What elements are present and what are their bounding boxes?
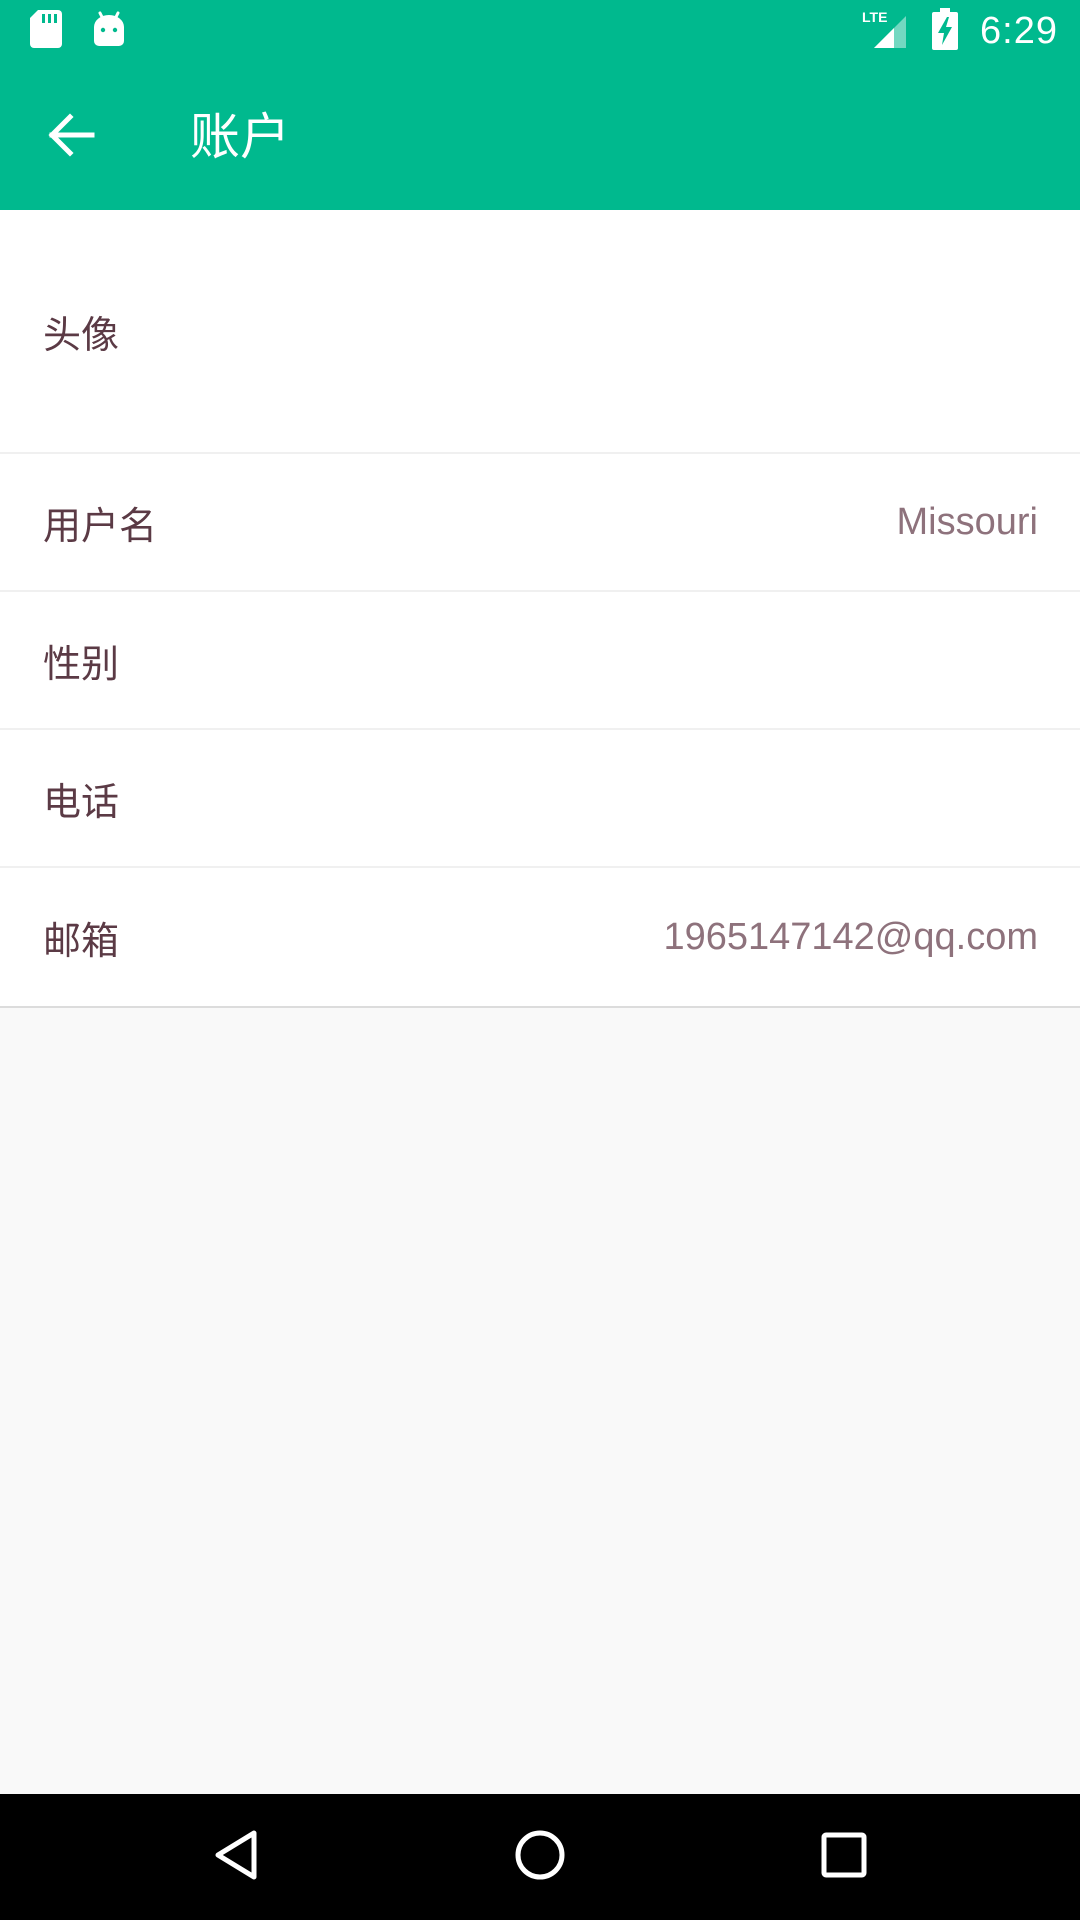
username-row[interactable]: 用户名 Missouri (0, 454, 1080, 592)
back-button[interactable] (36, 101, 108, 173)
app-toolbar: 账户 (0, 63, 1080, 210)
email-value: 1965147142@qq.com (663, 915, 1038, 958)
username-value: Missouri (896, 500, 1038, 543)
gender-row[interactable]: 性别 (0, 592, 1080, 730)
avatar-label: 头像 (43, 312, 120, 357)
nav-recents-icon (821, 1832, 867, 1882)
nav-home-icon (514, 1829, 566, 1885)
nav-recents-button[interactable] (804, 1822, 884, 1892)
username-label: 用户名 (43, 503, 158, 548)
email-label: 邮箱 (43, 918, 120, 963)
arrow-left-icon (48, 113, 96, 161)
nav-home-button[interactable] (500, 1822, 580, 1892)
system-nav-bar (0, 1794, 1080, 1920)
lte-signal-icon: LTE (860, 8, 910, 54)
phone-label: 电话 (43, 779, 120, 824)
status-bar: LTE 6:29 (0, 0, 1080, 63)
gender-label: 性别 (43, 641, 120, 686)
email-row[interactable]: 邮箱 1965147142@qq.com (0, 868, 1080, 1006)
account-form: 头像 用户名 Missouri 性别 电话 邮箱 1965147142@qq.c… (0, 210, 1080, 1008)
android-icon (92, 11, 126, 51)
nav-back-icon (212, 1829, 260, 1885)
page-title: 账户 (190, 108, 290, 166)
phone-row[interactable]: 电话 (0, 730, 1080, 868)
nav-back-button[interactable] (196, 1822, 276, 1892)
status-time: 6:29 (980, 9, 1058, 52)
sd-card-icon (30, 10, 62, 52)
lte-label: LTE (862, 9, 887, 25)
avatar-row[interactable]: 头像 (0, 210, 1080, 454)
battery-charging-icon (932, 8, 959, 54)
